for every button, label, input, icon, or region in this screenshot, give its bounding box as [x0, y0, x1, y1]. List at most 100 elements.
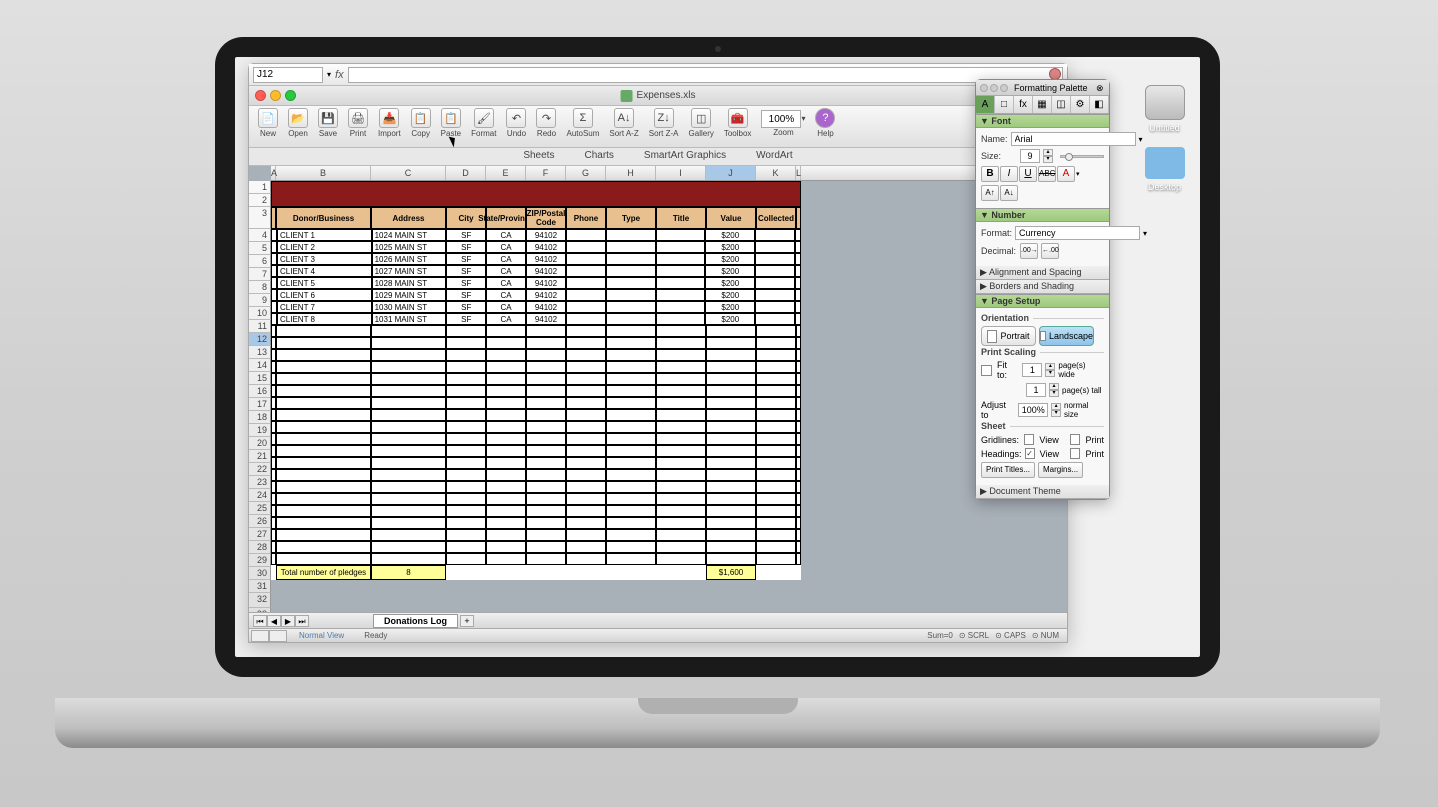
font-color-button[interactable]: A — [1057, 166, 1075, 182]
palette-titlebar[interactable]: Formatting Palette ⊗ — [976, 80, 1109, 96]
margins-button[interactable]: Margins... — [1038, 462, 1083, 478]
table-cell[interactable]: SF — [446, 277, 486, 289]
row-header[interactable]: 25 — [249, 502, 271, 515]
table-row[interactable]: CLIENT 81031 MAIN STSFCA94102$200 — [271, 313, 801, 325]
table-cell[interactable] — [606, 253, 656, 265]
table-row[interactable]: CLIENT 51028 MAIN STSFCA94102$200 — [271, 277, 801, 289]
table-row[interactable] — [271, 385, 801, 397]
table-cell[interactable]: SF — [446, 229, 486, 241]
close-window-icon[interactable] — [255, 90, 266, 101]
spreadsheet-grid[interactable]: ABCDEFGHIJKL 123456789101112131415161718… — [249, 166, 1067, 616]
autosum-button[interactable]: ΣAutoSum — [561, 108, 604, 145]
table-cell[interactable]: 94102 — [526, 253, 566, 265]
col-header[interactable]: K — [756, 166, 796, 180]
table-cell[interactable]: 1031 MAIN ST — [372, 313, 447, 325]
table-cell[interactable] — [606, 313, 656, 325]
row-header[interactable]: 18 — [249, 411, 271, 424]
row-header[interactable]: 6 — [249, 255, 271, 268]
table-row[interactable] — [271, 529, 801, 541]
row-header[interactable]: 22 — [249, 463, 271, 476]
palette-tool-4[interactable]: ▦ — [1033, 96, 1052, 113]
formula-input[interactable] — [348, 67, 1063, 83]
last-tab-icon[interactable]: ⏭ — [295, 615, 309, 627]
table-cell[interactable] — [566, 277, 606, 289]
table-cell[interactable]: CLIENT 4 — [277, 265, 372, 277]
col-header[interactable]: C — [371, 166, 446, 180]
font-size-input[interactable] — [1020, 149, 1040, 163]
table-cell[interactable]: CLIENT 7 — [277, 301, 372, 313]
table-header[interactable]: Value — [706, 207, 756, 229]
row-header[interactable]: 29 — [249, 554, 271, 567]
row-header[interactable]: 7 — [249, 268, 271, 281]
table-cell[interactable]: SF — [446, 241, 486, 253]
row-header[interactable]: 8 — [249, 281, 271, 294]
portrait-button[interactable]: Portrait — [981, 326, 1036, 346]
table-cell[interactable] — [755, 289, 795, 301]
table-row[interactable] — [271, 325, 801, 337]
row-header[interactable]: 2 — [249, 194, 271, 207]
col-header[interactable]: E — [486, 166, 526, 180]
row-header[interactable]: 31 — [249, 580, 271, 593]
table-cell[interactable]: CA — [486, 253, 526, 265]
sort-z-a-button[interactable]: Z↓Sort Z-A — [644, 108, 684, 145]
row-header[interactable]: 5 — [249, 242, 271, 255]
copy-button[interactable]: 📋Copy — [406, 108, 436, 145]
table-cell[interactable] — [755, 241, 795, 253]
row-header[interactable]: 23 — [249, 476, 271, 489]
table-cell[interactable]: 94102 — [526, 301, 566, 313]
redo-button[interactable]: ↷Redo — [531, 108, 561, 145]
tab-sheets[interactable]: Sheets — [523, 150, 554, 165]
row-header[interactable]: 10 — [249, 307, 271, 320]
table-cell[interactable] — [566, 253, 606, 265]
print-button[interactable]: 🖨Print — [343, 108, 373, 145]
col-header[interactable]: J — [706, 166, 756, 180]
font-section[interactable]: ▼ Font — [976, 114, 1109, 128]
table-cell[interactable]: SF — [446, 253, 486, 265]
table-header[interactable]: Type — [606, 207, 656, 229]
table-cell[interactable]: CA — [486, 289, 526, 301]
table-cell[interactable]: 1025 MAIN ST — [372, 241, 447, 253]
row-header[interactable]: 17 — [249, 398, 271, 411]
table-row[interactable]: CLIENT 71030 MAIN STSFCA94102$200 — [271, 301, 801, 313]
paste-button[interactable]: 📋Paste — [436, 108, 466, 145]
table-row[interactable] — [271, 397, 801, 409]
table-cell[interactable] — [755, 253, 795, 265]
page-layout-view-icon[interactable] — [269, 630, 287, 642]
table-row[interactable] — [271, 337, 801, 349]
minimize-window-icon[interactable] — [270, 90, 281, 101]
gallery-button[interactable]: ◫Gallery — [684, 108, 719, 145]
row-header[interactable]: 16 — [249, 385, 271, 398]
table-cell[interactable]: $200 — [705, 301, 755, 313]
palette-tool-5[interactable]: ◫ — [1052, 96, 1071, 113]
strike-button[interactable]: ABC — [1038, 166, 1056, 182]
open-button[interactable]: 📂Open — [283, 108, 313, 145]
table-cell[interactable] — [656, 241, 706, 253]
table-cell[interactable]: CLIENT 2 — [277, 241, 372, 253]
table-cell[interactable]: CA — [486, 313, 526, 325]
table-cell[interactable] — [566, 289, 606, 301]
palette-tool-1[interactable]: A — [976, 96, 995, 113]
head-print-checkbox[interactable] — [1070, 448, 1080, 459]
table-cell[interactable]: 1024 MAIN ST — [372, 229, 447, 241]
help-button[interactable]: ?Help — [810, 108, 840, 145]
table-cell[interactable]: 94102 — [526, 229, 566, 241]
col-header[interactable]: I — [656, 166, 706, 180]
table-cell[interactable]: 1030 MAIN ST — [372, 301, 447, 313]
table-cell[interactable] — [656, 229, 706, 241]
table-cell[interactable]: $200 — [705, 277, 755, 289]
table-cell[interactable]: $200 — [705, 265, 755, 277]
table-cell[interactable] — [755, 265, 795, 277]
table-cell[interactable]: 94102 — [526, 265, 566, 277]
fit-height-input[interactable] — [1026, 383, 1046, 397]
table-cell[interactable]: 1029 MAIN ST — [372, 289, 447, 301]
table-cell[interactable] — [656, 289, 706, 301]
table-row[interactable] — [271, 481, 801, 493]
row-header[interactable]: 1 — [249, 181, 271, 194]
table-cell[interactable]: $200 — [705, 289, 755, 301]
table-cell[interactable] — [656, 265, 706, 277]
first-tab-icon[interactable]: ⏮ — [253, 615, 267, 627]
decrease-font-button[interactable]: A↓ — [1000, 185, 1018, 201]
row-header[interactable]: 24 — [249, 489, 271, 502]
italic-button[interactable]: I — [1000, 166, 1018, 182]
drive-icon[interactable]: Untitled — [1137, 85, 1192, 133]
